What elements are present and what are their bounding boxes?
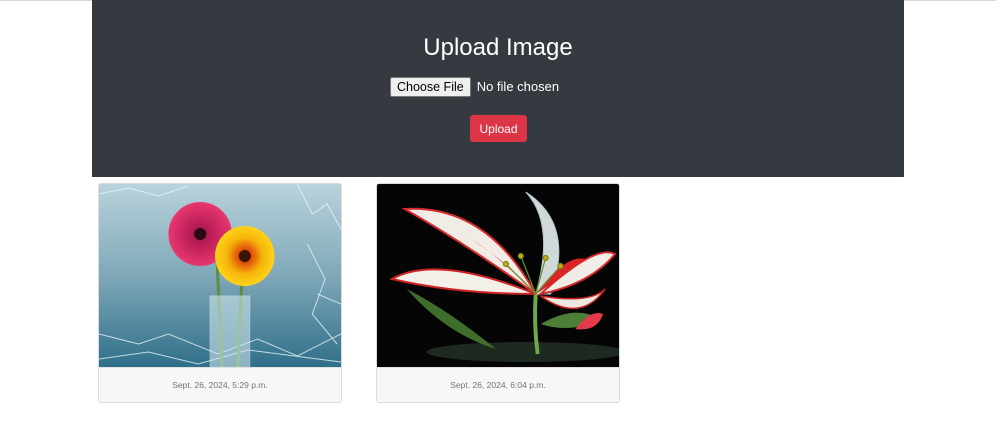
gerbera-image [99,184,341,367]
image-timestamp: Sept. 26, 2024, 5:29 p.m. [99,367,341,402]
upload-button[interactable]: Upload [470,115,527,142]
image-card[interactable]: Sept. 26, 2024, 6:04 p.m. [376,183,620,403]
file-input[interactable]: Choose File No file chosen [390,76,559,97]
file-status-text: No file chosen [476,79,560,94]
image-timestamp: Sept. 26, 2024, 6:04 p.m. [377,367,619,402]
upload-panel: Upload Image Choose File No file chosen … [92,0,904,177]
image-card[interactable]: Sept. 26, 2024, 5:29 p.m. [98,183,342,403]
lily-image [377,184,619,367]
choose-file-button[interactable]: Choose File [390,76,471,97]
upload-title: Upload Image [423,34,573,61]
